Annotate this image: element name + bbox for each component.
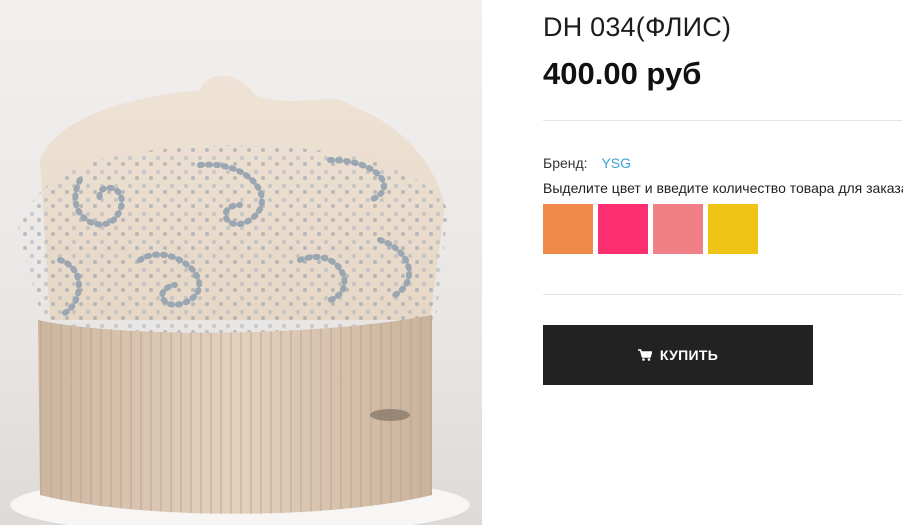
buy-button-label: КУПИТЬ <box>659 347 719 363</box>
color-hint: Выделите цвет и введите количество товар… <box>543 180 903 196</box>
buy-button[interactable]: КУПИТЬ <box>543 325 813 385</box>
beanie-image <box>10 75 470 525</box>
cart-icon <box>637 349 652 361</box>
divider <box>543 294 902 295</box>
swatch-pink[interactable] <box>598 204 648 254</box>
swatch-coral[interactable] <box>653 204 703 254</box>
product-title: DH 034(ФЛИС) <box>543 12 732 42</box>
brand-label: Бренд: <box>543 155 588 171</box>
color-swatches <box>543 204 758 254</box>
swatch-orange[interactable] <box>543 204 593 254</box>
swatch-yellow[interactable] <box>708 204 758 254</box>
product-info: DH 034(ФЛИС) 400.00 руб Бренд: YSG Выдел… <box>543 0 903 525</box>
product-price: 400.00 руб <box>543 56 702 91</box>
product-photo[interactable] <box>0 0 482 525</box>
brand-link[interactable]: YSG <box>601 155 631 171</box>
divider <box>543 120 902 121</box>
brand-row: Бренд: YSG <box>543 155 631 171</box>
